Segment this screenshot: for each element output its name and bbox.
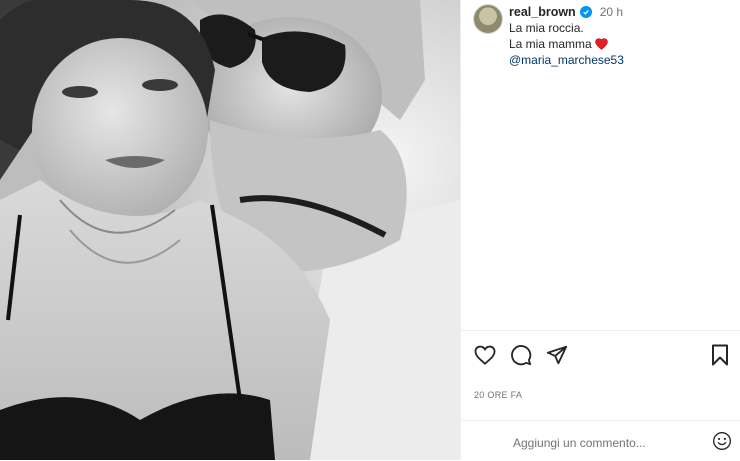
post-sidebar: real_brown 20 h La mia roccia. La mia ma… [460,0,740,460]
paper-plane-icon [546,345,568,365]
post-photo[interactable] [0,0,460,460]
red-heart-icon [594,38,608,50]
mention-link[interactable]: @maria_marchese53 [509,52,732,68]
verified-badge-icon [579,6,592,18]
smiley-icon[interactable] [712,431,732,451]
comment-button[interactable] [509,343,533,367]
caption-line-2: La mia mamma [509,36,732,52]
caption-line-2-text: La mia mamma [509,37,592,51]
share-button[interactable] [545,343,569,367]
like-button[interactable] [473,343,497,367]
comment-input[interactable] [513,435,693,451]
photo-image [0,0,460,460]
speech-bubble-icon [511,345,532,366]
avatar[interactable] [473,4,503,34]
username-link[interactable]: real_brown [509,4,576,20]
bookmark-icon [712,344,728,366]
caption-line-1: La mia roccia. [509,21,584,35]
comment-bar [461,420,740,461]
divider [461,330,740,331]
action-bar [473,341,732,369]
caption-block: real_brown 20 h La mia roccia. La mia ma… [473,4,732,68]
post-frame: real_brown 20 h La mia roccia. La mia ma… [0,0,740,460]
save-button[interactable] [708,343,732,367]
heart-outline-icon [474,345,496,365]
post-time[interactable]: 20 h [600,4,623,20]
post-timestamp[interactable]: 20 ORE FA [474,390,522,400]
